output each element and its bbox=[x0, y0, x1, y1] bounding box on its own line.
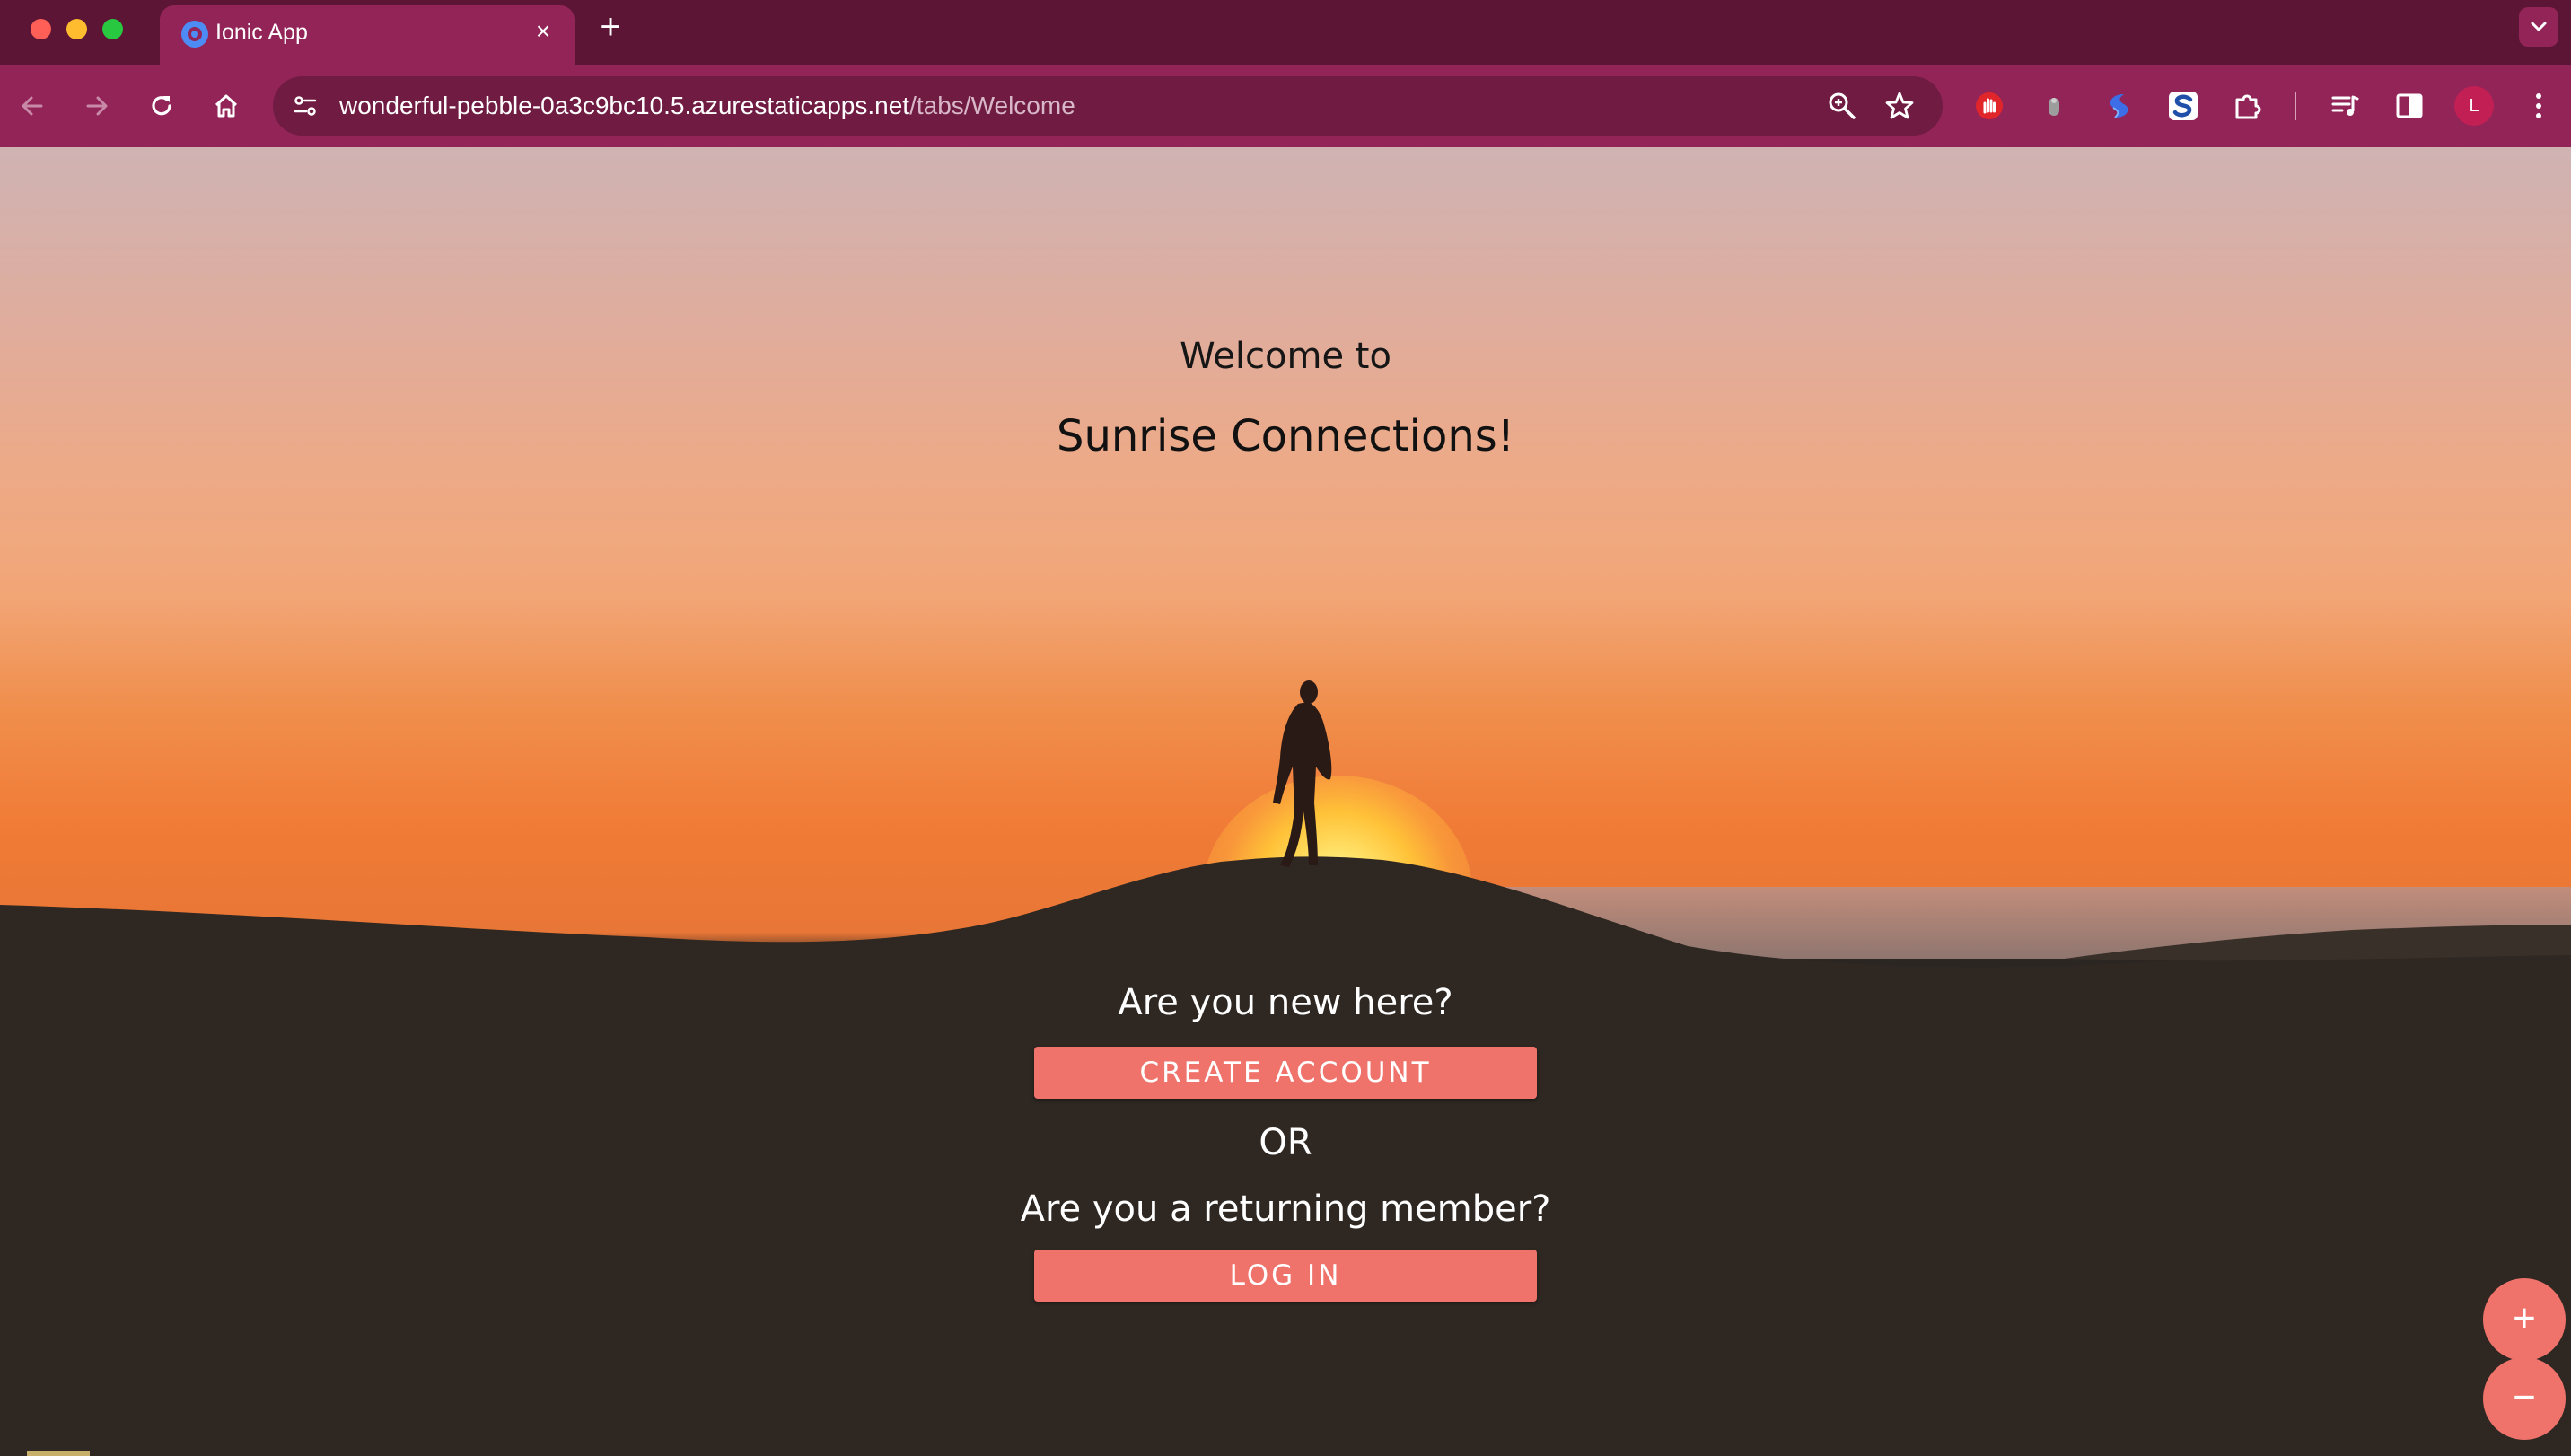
toolbar-divider bbox=[2295, 92, 2296, 120]
forward-icon bbox=[86, 96, 108, 116]
adblock-extension-button[interactable] bbox=[1968, 84, 2011, 127]
extension-s-icon bbox=[2169, 92, 2198, 120]
new-user-prompt: Are you new here? bbox=[1118, 982, 1453, 1023]
new-tab-button[interactable]: + bbox=[592, 9, 628, 45]
corner-accent bbox=[27, 1451, 90, 1456]
home-button[interactable] bbox=[205, 84, 248, 127]
returning-member-prompt: Are you a returning member? bbox=[1020, 1188, 1551, 1230]
url-text[interactable]: wonderful-pebble-0a3c9bc10.5.azurestatic… bbox=[339, 92, 1075, 120]
side-panel-icon bbox=[2396, 93, 2423, 118]
home-icon bbox=[215, 94, 238, 118]
welcome-heading: Welcome to bbox=[1180, 336, 1391, 377]
tab-strip: Ionic App × + bbox=[0, 0, 2571, 65]
window-close-button[interactable] bbox=[31, 19, 51, 39]
zoom-icon[interactable] bbox=[1826, 90, 1858, 122]
chevron-down-icon bbox=[2531, 22, 2547, 32]
zoom-in-fab[interactable]: + bbox=[2483, 1278, 2566, 1361]
bookmark-star-icon[interactable] bbox=[1883, 90, 1916, 122]
puzzle-icon bbox=[2235, 94, 2261, 119]
adblock-icon bbox=[1976, 92, 2003, 119]
back-icon bbox=[22, 96, 43, 116]
create-account-button[interactable]: CREATE ACCOUNT bbox=[1034, 1047, 1537, 1099]
extensions-button[interactable] bbox=[2226, 84, 2269, 127]
tab-close-icon[interactable]: × bbox=[528, 16, 558, 47]
site-info-icon[interactable] bbox=[291, 92, 320, 120]
extension-s-button[interactable] bbox=[2162, 84, 2205, 127]
browser-menu-button[interactable] bbox=[2523, 86, 2555, 126]
address-bar[interactable]: wonderful-pebble-0a3c9bc10.5.azurestatic… bbox=[273, 76, 1943, 136]
reload-icon bbox=[152, 96, 171, 116]
log-in-button[interactable]: LOG IN bbox=[1034, 1250, 1537, 1302]
kebab-menu-icon bbox=[2536, 93, 2541, 118]
tab-title: Ionic App bbox=[215, 20, 308, 45]
or-separator: OR bbox=[1259, 1122, 1312, 1163]
ionic-favicon-icon bbox=[181, 21, 208, 48]
page-viewport: Welcome to Sunrise Connections! Are you … bbox=[0, 147, 2571, 1456]
url-host: wonderful-pebble-0a3c9bc10.5.azurestatic… bbox=[339, 92, 910, 119]
app-name-heading: Sunrise Connections! bbox=[1056, 411, 1515, 461]
url-path: /tabs/Welcome bbox=[909, 92, 1075, 119]
extension-blue-icon bbox=[2110, 94, 2128, 118]
forward-button[interactable] bbox=[75, 84, 118, 127]
window-maximize-button[interactable] bbox=[102, 19, 123, 39]
back-button[interactable] bbox=[11, 84, 54, 127]
extension-blue-button[interactable] bbox=[2097, 84, 2140, 127]
extension-gray-button[interactable] bbox=[2032, 84, 2075, 127]
extension-gray-icon bbox=[2049, 98, 2059, 116]
reading-list-icon bbox=[2331, 95, 2359, 116]
reading-list-button[interactable] bbox=[2323, 84, 2366, 127]
browser-toolbar: wonderful-pebble-0a3c9bc10.5.azurestatic… bbox=[0, 65, 2571, 147]
side-panel-button[interactable] bbox=[2388, 84, 2431, 127]
tab-search-button[interactable] bbox=[2519, 7, 2558, 47]
window-minimize-button[interactable] bbox=[66, 19, 87, 39]
zoom-out-fab[interactable]: − bbox=[2483, 1357, 2566, 1440]
active-tab[interactable]: Ionic App × bbox=[160, 5, 575, 65]
reload-button[interactable] bbox=[140, 84, 183, 127]
profile-avatar[interactable]: L bbox=[2454, 86, 2494, 126]
